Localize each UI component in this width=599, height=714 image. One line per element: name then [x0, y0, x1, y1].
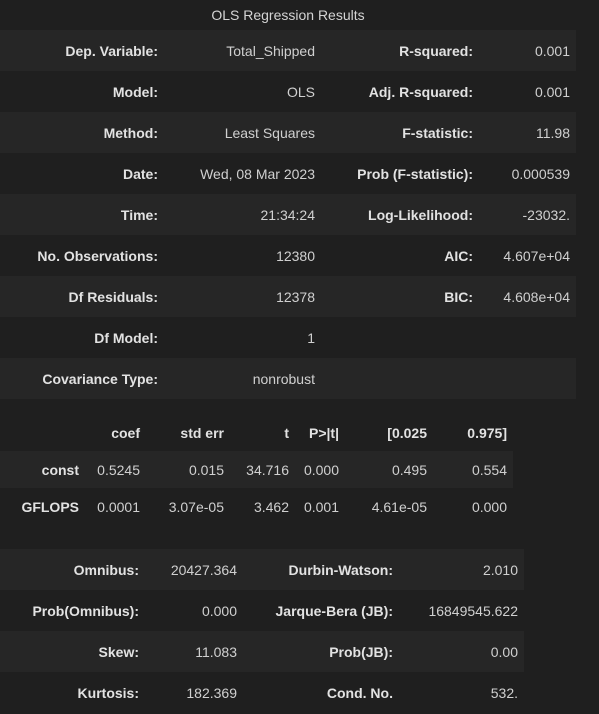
summary-row: Covariance Type: nonrobust [0, 358, 576, 399]
stat-value: Total_Shipped [164, 30, 321, 71]
coef-value: 0.5245 [85, 451, 146, 488]
coef-header: [0.025 [345, 414, 433, 451]
stat-value: 21:34:24 [164, 194, 321, 235]
stat-value: OLS [164, 71, 321, 112]
diagnostics-table: Omnibus: 20427.364 Durbin-Watson: 2.010 … [0, 549, 524, 713]
coef-header: t [230, 414, 295, 451]
coef-value: 0.000 [433, 488, 513, 525]
stat-label: Dep. Variable: [0, 30, 164, 71]
coef-header: std err [146, 414, 230, 451]
stat-value: 12378 [164, 276, 321, 317]
stat-value: 0.001 [479, 71, 576, 112]
stat-value: 2.010 [399, 549, 524, 590]
diag-row: Omnibus: 20427.364 Durbin-Watson: 2.010 [0, 549, 524, 590]
summary-row: Df Residuals: 12378 BIC: 4.608e+04 [0, 276, 576, 317]
stat-label: Skew: [0, 631, 145, 672]
coef-header: 0.975] [433, 414, 513, 451]
stat-value: 20427.364 [145, 549, 243, 590]
stat-label: Time: [0, 194, 164, 235]
stat-label [321, 317, 479, 358]
coef-value: 0.0001 [85, 488, 146, 525]
stat-value: 1 [164, 317, 321, 358]
stat-value: nonrobust [164, 358, 321, 399]
stat-label: Df Model: [0, 317, 164, 358]
stat-label: Method: [0, 112, 164, 153]
stat-value: 16849545.622 [399, 590, 524, 631]
stat-label: Kurtosis: [0, 672, 145, 713]
stat-label: Log-Likelihood: [321, 194, 479, 235]
diag-row: Kurtosis: 182.369 Cond. No. 532. [0, 672, 524, 713]
diag-row: Prob(Omnibus): 0.000 Jarque-Bera (JB): 1… [0, 590, 524, 631]
coef-value: 4.61e-05 [345, 488, 433, 525]
stat-value: Wed, 08 Mar 2023 [164, 153, 321, 194]
coef-value: 0.015 [146, 451, 230, 488]
summary-row: Time: 21:34:24 Log-Likelihood: -23032. [0, 194, 576, 235]
summary-row: No. Observations: 12380 AIC: 4.607e+04 [0, 235, 576, 276]
stat-label: F-statistic: [321, 112, 479, 153]
diag-row: Skew: 11.083 Prob(JB): 0.00 [0, 631, 524, 672]
coef-value: 3.462 [230, 488, 295, 525]
stat-value: 11.083 [145, 631, 243, 672]
stat-label: Model: [0, 71, 164, 112]
coefficient-table: coef std err t P>|t| [0.025 0.975] const… [0, 414, 513, 525]
stat-value [479, 358, 576, 399]
coef-value: 34.716 [230, 451, 295, 488]
stat-label [321, 358, 479, 399]
coef-header: coef [85, 414, 146, 451]
coef-value: 0.001 [295, 488, 345, 525]
summary-row: Method: Least Squares F-statistic: 11.98 [0, 112, 576, 153]
stat-label: Cond. No. [243, 672, 399, 713]
summary-row: Df Model: 1 [0, 317, 576, 358]
stat-label: Adj. R-squared: [321, 71, 479, 112]
stat-value: -23032. [479, 194, 576, 235]
stat-label: Covariance Type: [0, 358, 164, 399]
stat-value: 0.001 [479, 30, 576, 71]
stat-label: R-squared: [321, 30, 479, 71]
stat-label: Prob(Omnibus): [0, 590, 145, 631]
stat-value: Least Squares [164, 112, 321, 153]
summary-row: Dep. Variable: Total_Shipped R-squared: … [0, 30, 576, 71]
stat-label: Df Residuals: [0, 276, 164, 317]
coef-value: 0.554 [433, 451, 513, 488]
stat-value: 0.000 [145, 590, 243, 631]
results-title: OLS Regression Results [211, 7, 365, 23]
stat-label: Omnibus: [0, 549, 145, 590]
coef-row: const 0.5245 0.015 34.716 0.000 0.495 0.… [0, 451, 513, 488]
stat-value: 182.369 [145, 672, 243, 713]
coef-term: const [0, 451, 85, 488]
stat-label: Prob (F-statistic): [321, 153, 479, 194]
stat-label: No. Observations: [0, 235, 164, 276]
summary-row: Date: Wed, 08 Mar 2023 Prob (F-statistic… [0, 153, 576, 194]
coef-header [0, 414, 85, 451]
stat-value: 0.000539 [479, 153, 576, 194]
stat-label: AIC: [321, 235, 479, 276]
summary-row: Model: OLS Adj. R-squared: 0.001 [0, 71, 576, 112]
coef-row: GFLOPS 0.0001 3.07e-05 3.462 0.001 4.61e… [0, 488, 513, 525]
stat-value: 532. [399, 672, 524, 713]
stat-value: 4.608e+04 [479, 276, 576, 317]
stat-value: 4.607e+04 [479, 235, 576, 276]
summary-table: Dep. Variable: Total_Shipped R-squared: … [0, 30, 576, 399]
stat-label: Prob(JB): [243, 631, 399, 672]
stat-label: Jarque-Bera (JB): [243, 590, 399, 631]
coef-header-row: coef std err t P>|t| [0.025 0.975] [0, 414, 513, 451]
coef-value: 3.07e-05 [146, 488, 230, 525]
stat-value: 11.98 [479, 112, 576, 153]
coef-term: GFLOPS [0, 488, 85, 525]
coef-value: 0.495 [345, 451, 433, 488]
stat-value: 12380 [164, 235, 321, 276]
stat-label: Date: [0, 153, 164, 194]
stat-label: Durbin-Watson: [243, 549, 399, 590]
coef-header: P>|t| [295, 414, 345, 451]
coef-value: 0.000 [295, 451, 345, 488]
stat-value: 0.00 [399, 631, 524, 672]
stat-value [479, 317, 576, 358]
stat-label: BIC: [321, 276, 479, 317]
